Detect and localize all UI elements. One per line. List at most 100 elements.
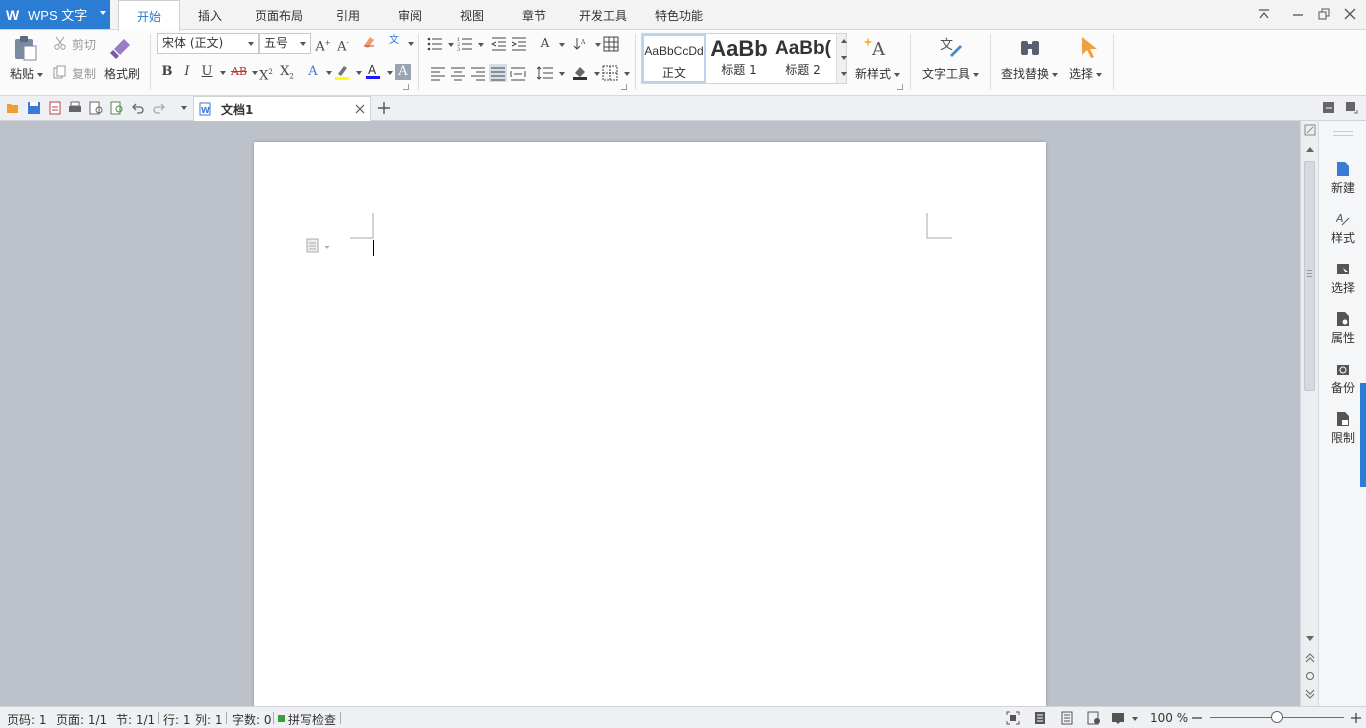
paragraph-shading-icon[interactable] bbox=[572, 64, 588, 80]
web-view-icon[interactable] bbox=[1087, 711, 1101, 725]
highlight-icon[interactable] bbox=[334, 64, 350, 80]
save-icon[interactable] bbox=[27, 101, 41, 115]
shrink-font-icon[interactable]: A- bbox=[335, 35, 351, 54]
customize-quick-access-icon[interactable] bbox=[181, 106, 187, 110]
text-effect-icon[interactable]: A bbox=[305, 64, 321, 80]
paragraph-layout-icon[interactable] bbox=[306, 238, 334, 254]
phonetic-guide-icon[interactable]: 文 bbox=[386, 33, 402, 49]
redo-icon[interactable] bbox=[152, 101, 166, 115]
table-icon[interactable] bbox=[603, 36, 619, 52]
tab-chapter[interactable]: 章节 bbox=[508, 0, 560, 30]
app-menu-button[interactable]: W WPS 文字 bbox=[0, 0, 110, 29]
close-icon[interactable] bbox=[1343, 7, 1357, 21]
format-painter-icon[interactable] bbox=[110, 35, 134, 61]
style-heading-1[interactable]: AaBb 标题 1 bbox=[708, 34, 770, 83]
tab-review[interactable]: 审阅 bbox=[384, 0, 436, 30]
status-words[interactable]: 字数: 0 bbox=[232, 711, 272, 728]
doc-options-icon[interactable] bbox=[1345, 101, 1359, 115]
export-pdf-icon[interactable] bbox=[48, 101, 62, 115]
italic-icon[interactable]: I bbox=[179, 64, 195, 80]
cut-button[interactable]: 剪切 bbox=[72, 36, 96, 53]
next-page-icon[interactable] bbox=[1305, 689, 1315, 699]
scroll-up-icon[interactable] bbox=[1305, 145, 1315, 153]
distributed-align-icon[interactable] bbox=[510, 65, 526, 81]
tab-home[interactable]: 开始 bbox=[118, 0, 180, 31]
paste-icon[interactable] bbox=[12, 34, 38, 62]
scroll-down-icon[interactable] bbox=[1305, 635, 1315, 643]
text-direction-icon[interactable]: A bbox=[537, 35, 553, 51]
zoom-level[interactable]: 100 % bbox=[1150, 711, 1188, 725]
minimize-doc-icon[interactable] bbox=[1322, 101, 1336, 115]
text-tools-icon[interactable]: 文 bbox=[938, 35, 964, 59]
align-right-icon[interactable] bbox=[470, 65, 486, 81]
new-style-button[interactable]: 新样式 bbox=[855, 65, 901, 82]
align-center-icon[interactable] bbox=[450, 65, 466, 81]
line-spacing-icon[interactable] bbox=[537, 65, 553, 81]
clear-format-icon[interactable] bbox=[361, 34, 377, 50]
tab-view[interactable]: 视图 bbox=[446, 0, 498, 30]
full-screen-icon[interactable] bbox=[1006, 711, 1020, 725]
justify-icon[interactable] bbox=[489, 64, 507, 82]
tab-references[interactable]: 引用 bbox=[322, 0, 374, 30]
style-gallery-scroll[interactable] bbox=[836, 34, 847, 83]
new-style-icon[interactable]: A bbox=[864, 35, 890, 59]
bullet-list-icon[interactable] bbox=[427, 36, 443, 52]
binoculars-icon[interactable] bbox=[1018, 35, 1042, 59]
zoom-out-icon[interactable] bbox=[1191, 712, 1203, 724]
browse-object-icon[interactable] bbox=[1305, 671, 1315, 681]
font-size-select[interactable]: 五号 bbox=[259, 33, 311, 54]
task-pane-restrict[interactable]: 限制 bbox=[1319, 411, 1366, 446]
tab-page-layout[interactable]: 页面布局 bbox=[246, 0, 312, 30]
find-replace-button[interactable]: 查找替换 bbox=[1001, 65, 1059, 82]
tab-insert[interactable]: 插入 bbox=[184, 0, 236, 30]
split-view-icon[interactable] bbox=[1304, 124, 1316, 136]
tab-developer[interactable]: 开发工具 bbox=[570, 0, 636, 30]
paragraph-dialog-launcher[interactable] bbox=[621, 84, 627, 90]
previous-page-icon[interactable] bbox=[1305, 653, 1315, 663]
char-shading-icon[interactable]: A bbox=[395, 64, 411, 80]
collapse-ribbon-icon[interactable] bbox=[1257, 7, 1271, 21]
print-icon[interactable] bbox=[68, 101, 82, 115]
underline-icon[interactable]: U bbox=[199, 64, 215, 80]
undo-icon[interactable] bbox=[131, 101, 145, 115]
subscript-icon[interactable]: X2 bbox=[279, 64, 295, 81]
style-normal[interactable]: AaBbCcDd 正文 bbox=[642, 34, 706, 83]
zoom-slider-knob[interactable] bbox=[1271, 711, 1283, 723]
borders-icon[interactable] bbox=[602, 65, 618, 81]
minimize-icon[interactable] bbox=[1291, 7, 1305, 21]
task-pane-backup[interactable]: 备份 bbox=[1319, 361, 1366, 396]
print-preview-icon[interactable] bbox=[89, 101, 103, 115]
open-folder-icon[interactable] bbox=[6, 101, 20, 115]
document-page[interactable] bbox=[254, 142, 1046, 712]
superscript-icon[interactable]: X2 bbox=[258, 64, 274, 83]
style-heading-2[interactable]: AaBb( 标题 2 bbox=[772, 34, 834, 83]
text-tools-button[interactable]: 文字工具 bbox=[922, 65, 980, 82]
task-pane-style[interactable]: A 样式 bbox=[1319, 211, 1366, 246]
reading-mode-icon[interactable] bbox=[1111, 711, 1125, 725]
close-tab-icon[interactable] bbox=[355, 104, 365, 114]
increase-indent-icon[interactable] bbox=[511, 36, 527, 52]
vertical-scrollbar[interactable] bbox=[1300, 121, 1318, 706]
scroll-thumb[interactable] bbox=[1304, 161, 1315, 391]
font-dialog-launcher[interactable] bbox=[403, 84, 409, 90]
paste-button[interactable]: 粘贴 bbox=[10, 65, 44, 82]
select-button[interactable]: 选择 bbox=[1069, 65, 1103, 82]
task-pane-properties[interactable]: 属性 bbox=[1319, 311, 1366, 346]
zoom-in-icon[interactable] bbox=[1350, 712, 1362, 724]
sort-icon[interactable]: A bbox=[573, 36, 589, 52]
outline-view-icon[interactable] bbox=[1060, 711, 1074, 725]
view-mode-dropdown-icon[interactable] bbox=[1132, 717, 1138, 721]
cursor-arrow-icon[interactable] bbox=[1078, 35, 1100, 59]
page-view-icon[interactable] bbox=[1033, 711, 1047, 725]
styles-dialog-launcher[interactable] bbox=[897, 84, 903, 90]
restore-icon[interactable] bbox=[1317, 7, 1331, 21]
strikethrough-icon[interactable]: AB bbox=[229, 64, 249, 80]
task-pane-toggle[interactable] bbox=[1360, 383, 1366, 487]
copy-button[interactable]: 复制 bbox=[72, 65, 96, 82]
format-painter-button[interactable]: 格式刷 bbox=[104, 65, 140, 82]
numbered-list-icon[interactable]: 123 bbox=[457, 36, 473, 52]
task-pane-select[interactable]: 选择 bbox=[1319, 261, 1366, 296]
tab-features[interactable]: 特色功能 bbox=[646, 0, 712, 30]
font-name-select[interactable]: 宋体 (正文) bbox=[157, 33, 259, 54]
decrease-indent-icon[interactable] bbox=[491, 36, 507, 52]
